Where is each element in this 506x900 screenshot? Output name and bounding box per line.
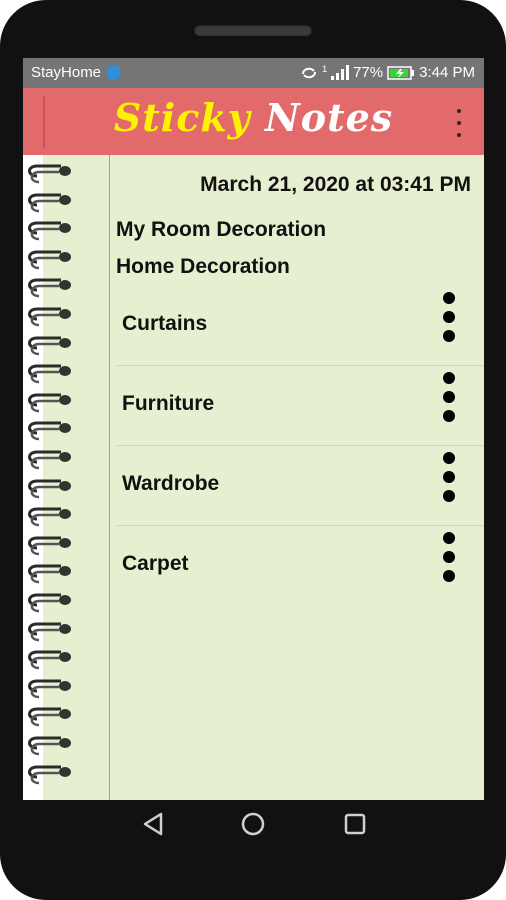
subfolder-title: Home Decoration: [116, 255, 290, 278]
notebook-margin-line: [109, 155, 110, 800]
spiral-ring: [28, 736, 71, 756]
battery-percent: 77%: [353, 64, 384, 81]
back-triangle-icon[interactable]: [139, 810, 167, 838]
more-vertical-icon[interactable]: [454, 109, 464, 137]
list-item[interactable]: Wardrobe: [116, 446, 484, 526]
spiral-ring: [28, 564, 71, 584]
app-bar: Sticky Notes: [23, 88, 484, 155]
sync-icon: [302, 67, 317, 78]
app-screen: StayHome 1 77% 3:44 PM Sticky Notes Marc…: [23, 58, 484, 800]
spiral-ring: [28, 393, 71, 413]
spiral-ring: [28, 536, 71, 556]
navigation-bar: [23, 800, 484, 848]
battery-charging-icon: [387, 65, 415, 80]
spiral-ring: [28, 278, 71, 298]
list-item-label: Carpet: [122, 552, 189, 575]
list-item-label: Furniture: [122, 392, 215, 415]
item-menu-icon[interactable]: [442, 452, 456, 502]
status-bar: StayHome 1 77% 3:44 PM: [23, 58, 484, 88]
spiral-ring: [28, 193, 71, 212]
home-circle-icon[interactable]: [239, 810, 267, 838]
app-title-sticky: Sticky: [113, 95, 251, 140]
spiral-ring: [28, 336, 71, 355]
spiral-ring: [28, 221, 71, 241]
spiral-binding: [25, 162, 77, 792]
spiral-ring: [28, 593, 71, 613]
list-item[interactable]: Curtains: [116, 286, 484, 366]
spiral-ring: [28, 650, 71, 670]
status-app-name: StayHome: [31, 64, 102, 81]
phone-frame: StayHome 1 77% 3:44 PM Sticky Notes Marc…: [0, 0, 506, 900]
app-title-notes: Notes: [265, 95, 394, 140]
spiral-ring: [28, 765, 71, 784]
list-item-label: Curtains: [122, 312, 208, 335]
note-date: March 21, 2020 at 03:41 PM: [200, 173, 471, 196]
spiral-ring: [28, 250, 71, 270]
spiral-ring: [28, 364, 71, 384]
folder-title: My Room Decoration: [116, 218, 327, 241]
list-item[interactable]: Furniture: [116, 366, 484, 446]
item-menu-icon[interactable]: [442, 292, 456, 342]
clock: 3:44 PM: [419, 64, 475, 81]
checklist: Curtains Furniture Wardrobe Carpet: [116, 286, 484, 605]
spiral-ring: [28, 479, 71, 498]
spiral-ring: [28, 679, 71, 699]
spiral-ring: [28, 164, 71, 184]
list-item[interactable]: Carpet: [116, 526, 484, 605]
item-menu-icon[interactable]: [442, 532, 456, 582]
item-menu-icon[interactable]: [442, 372, 456, 422]
spiral-ring: [28, 507, 71, 527]
signal-icon: [331, 65, 350, 80]
list-item-label: Wardrobe: [122, 472, 220, 495]
spiral-ring: [28, 421, 71, 441]
app-title: Sticky Notes: [23, 95, 484, 140]
phone-speaker: [194, 24, 312, 36]
note-content: March 21, 2020 at 03:41 PM My Room Decor…: [115, 155, 484, 800]
recents-square-icon[interactable]: [341, 810, 369, 838]
spiral-ring: [28, 450, 71, 470]
shield-icon: [107, 65, 121, 80]
spiral-ring: [28, 622, 71, 641]
spiral-ring: [28, 307, 71, 327]
network-indicator: 1: [322, 63, 328, 74]
spiral-ring: [28, 707, 71, 727]
